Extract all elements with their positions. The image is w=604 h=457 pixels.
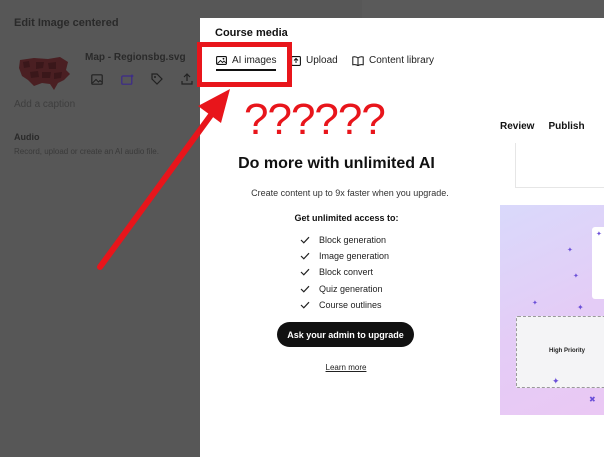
annotation-arrow <box>97 89 230 270</box>
